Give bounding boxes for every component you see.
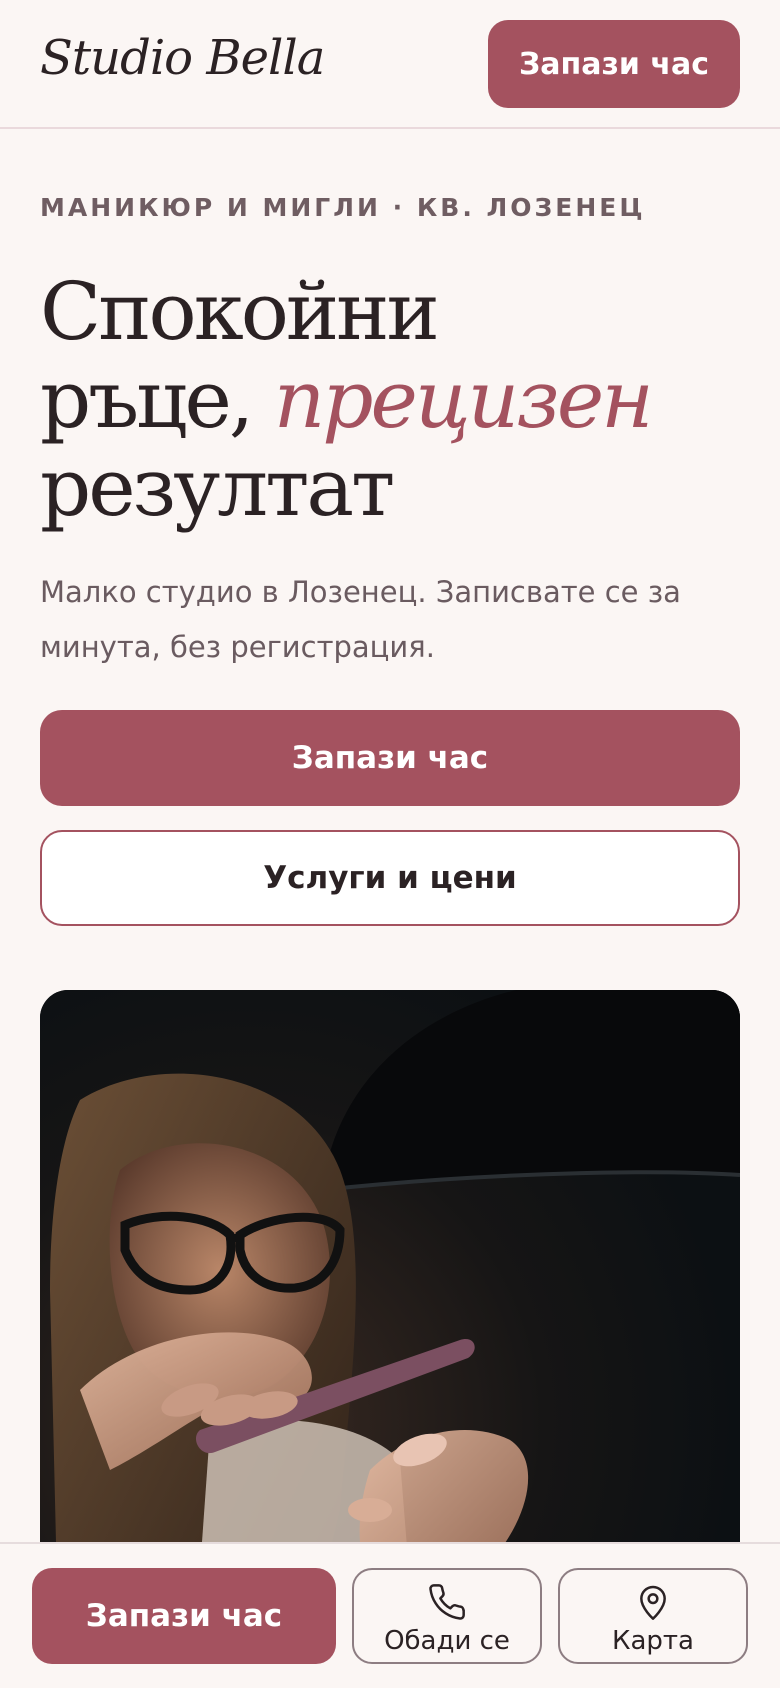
hero-title: Спокойни ръце, прецизен резултат	[40, 268, 760, 532]
map-pin-icon	[640, 1585, 666, 1620]
hero-title-accent: прецизен	[273, 353, 654, 446]
hero-title-line-2: ръце,	[40, 353, 274, 446]
hero-subtitle: Малко студио в Лозенец. Записвате се за …	[40, 575, 681, 664]
call-button[interactable]: Обади се	[352, 1568, 542, 1664]
hero-eyebrow: МАНИКЮР И МИГЛИ · КВ. ЛОЗЕНЕЦ	[40, 193, 646, 222]
phone-icon	[429, 1584, 465, 1620]
brand-logo[interactable]: Studio Bella	[40, 30, 325, 86]
map-button[interactable]: Карта	[558, 1568, 748, 1664]
hero-title-line-3: резултат	[40, 441, 395, 534]
site-header: Studio Bella Запази час	[0, 0, 780, 129]
hero-book-button[interactable]: Запази час	[40, 710, 740, 806]
hero-title-line-1: Спокойни	[40, 265, 440, 358]
bottom-book-button[interactable]: Запази час	[32, 1568, 336, 1664]
call-label: Обади се	[384, 1626, 510, 1656]
services-prices-button[interactable]: Услуги и цени	[40, 830, 740, 926]
map-label: Карта	[612, 1626, 694, 1656]
header-book-button[interactable]: Запази час	[488, 20, 740, 108]
bottom-action-bar: Запази час Обади се Карта	[0, 1542, 780, 1688]
